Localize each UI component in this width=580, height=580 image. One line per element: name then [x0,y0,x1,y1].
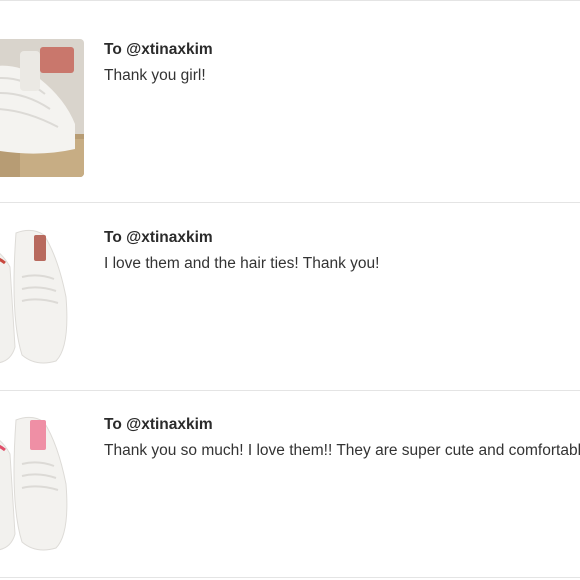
comment-recipient[interactable]: To @xtinaxkim [104,40,580,60]
sneaker-photo-icon[interactable] [0,39,84,177]
comment-recipient[interactable]: To @xtinaxkim [104,415,580,435]
sneaker-photo-icon[interactable] [0,227,84,365]
comment-item: To @xtinaxkim Thank you girl! [0,16,580,203]
comment-message: I love them and the hair ties! Thank you… [104,255,380,272]
comment-item: To @xtinaxkim Thank you so much! I love … [0,391,580,578]
sneaker-photo-icon[interactable] [0,414,84,552]
comment-recipient[interactable]: To @xtinaxkim [104,228,580,248]
comment-item: To @xtinaxkim I love them and the hair t… [0,204,580,391]
comment-message: Thank you girl! [104,67,206,84]
comment-feed: To @xtinaxkim Thank you girl! To @xtinax… [0,0,580,580]
comment-message: Thank you so much! I love them!! They ar… [104,442,580,459]
